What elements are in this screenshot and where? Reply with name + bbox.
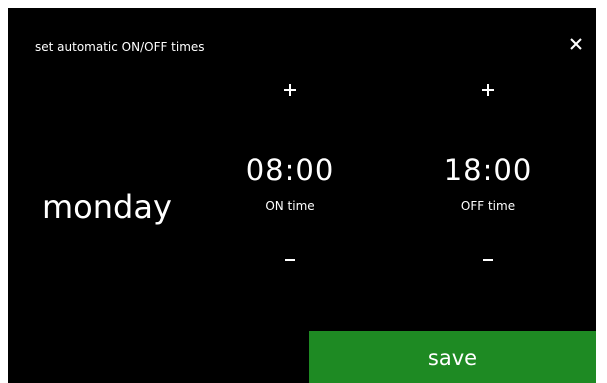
on-time-label: ON time — [265, 199, 315, 213]
plus-icon — [468, 70, 508, 110]
save-button[interactable]: save — [309, 331, 596, 383]
minus-icon — [468, 240, 508, 280]
close-button[interactable] — [564, 32, 588, 56]
on-time-decrease-button[interactable] — [270, 240, 310, 280]
on-time-increase-button[interactable] — [270, 70, 310, 110]
plus-icon — [270, 70, 310, 110]
on-time-column: 08:00 ON time — [220, 68, 360, 278]
on-time-value: 08:00 — [245, 153, 335, 187]
close-icon — [564, 32, 588, 56]
off-time-label: OFF time — [460, 199, 516, 213]
off-time-decrease-button[interactable] — [468, 240, 508, 280]
screen-title: set automatic ON/OFF times — [35, 40, 205, 54]
minus-icon — [270, 240, 310, 280]
off-time-column: 18:00 OFF time — [418, 68, 558, 278]
off-time-value: 18:00 — [443, 153, 533, 187]
timer-screen: set automatic ON/OFF times monday 08:00 … — [8, 8, 596, 383]
off-time-increase-button[interactable] — [468, 70, 508, 110]
weekday-label: monday — [42, 188, 172, 226]
